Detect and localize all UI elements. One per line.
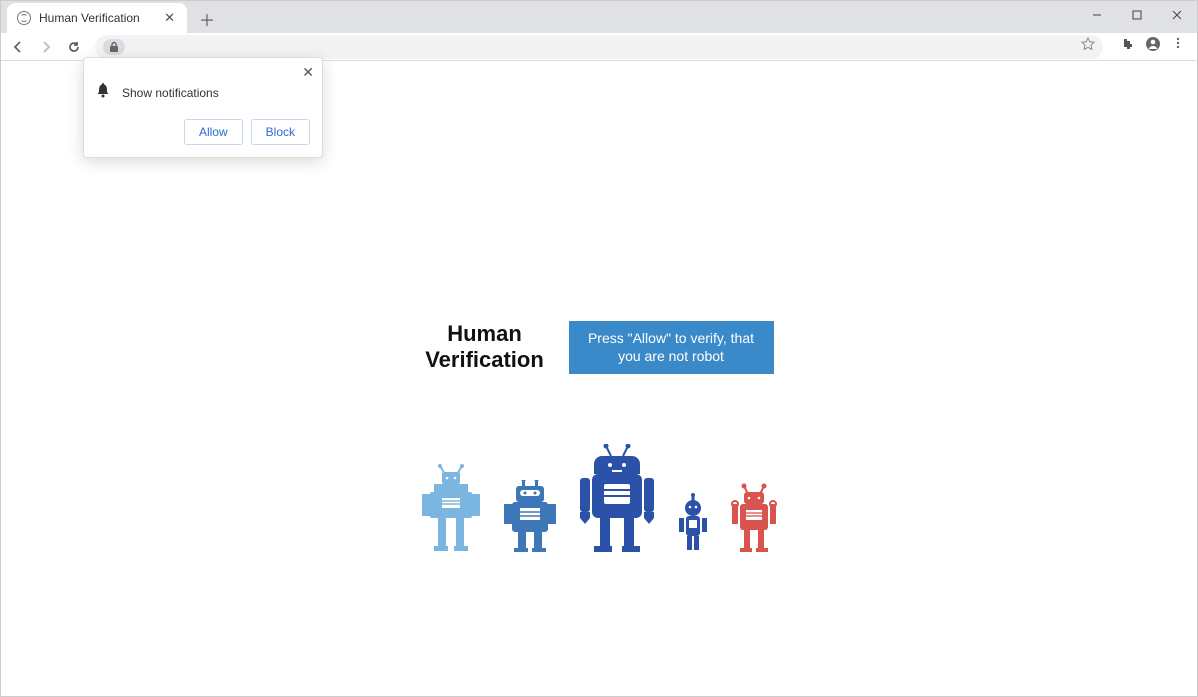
page-title: HumanVerification: [425, 321, 545, 374]
robot-icon: [502, 480, 558, 552]
page-content: HumanVerification Press "Allow" to verif…: [1, 61, 1197, 696]
robot-icon: [420, 462, 482, 552]
lock-icon[interactable]: [103, 39, 125, 55]
maximize-button[interactable]: [1117, 1, 1157, 29]
back-button[interactable]: [7, 36, 29, 58]
globe-icon: [17, 11, 31, 25]
reload-button[interactable]: [63, 36, 85, 58]
address-bar[interactable]: [95, 35, 1103, 59]
close-icon[interactable]: ✕: [162, 8, 177, 28]
profile-icon[interactable]: [1145, 36, 1161, 57]
menu-icon[interactable]: [1171, 36, 1185, 57]
tab-title: Human Verification: [39, 11, 162, 25]
browser-tab[interactable]: Human Verification ✕: [7, 3, 187, 33]
robot-icon: [730, 482, 778, 552]
window-controls: [1077, 1, 1197, 29]
robot-icon: [676, 492, 710, 552]
new-tab-button[interactable]: ＋: [195, 7, 219, 31]
robot-icon: [578, 444, 656, 552]
instruction-banner: Press "Allow" to verify, that you are no…: [569, 321, 774, 373]
star-icon[interactable]: [1081, 37, 1095, 56]
extensions-icon[interactable]: [1119, 36, 1135, 57]
close-window-button[interactable]: [1157, 1, 1197, 29]
browser-title-bar: Human Verification ✕ ＋: [1, 1, 1197, 33]
toolbar-right: [1113, 36, 1191, 57]
robot-illustration: [420, 444, 778, 552]
forward-button[interactable]: [35, 36, 57, 58]
minimize-button[interactable]: [1077, 1, 1117, 29]
